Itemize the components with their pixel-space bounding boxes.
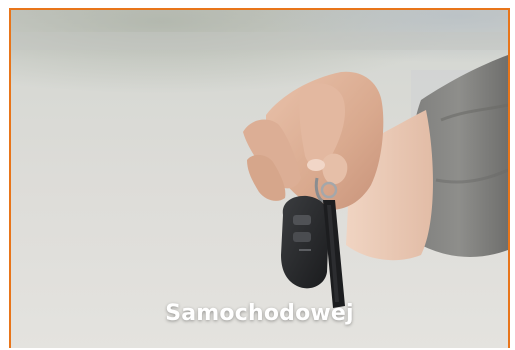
hand-holding-car-key-photo (11, 10, 508, 348)
image-card[interactable]: Samochodowej (9, 8, 510, 348)
caption: Samochodowej (165, 301, 354, 326)
